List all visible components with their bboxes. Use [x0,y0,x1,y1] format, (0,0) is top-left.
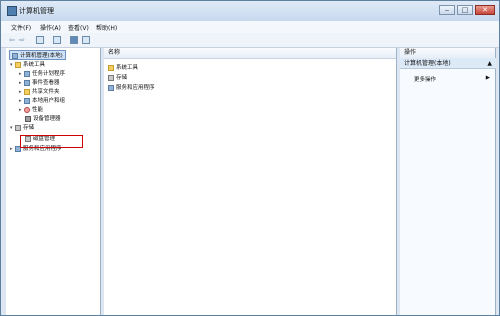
menu-file[interactable]: 文件(F) [11,23,31,32]
properties-icon[interactable] [53,36,61,44]
performance-label: 性能 [32,107,44,113]
window-controls: ‒ □ ✕ [439,5,495,15]
more-actions-label: 更多操作 [414,77,437,83]
tree-root[interactable]: 计算机管理(本地) [9,50,66,60]
actions-section-label: 计算机管理(本地) [404,60,451,67]
tree-root-label: 计算机管理(本地) [20,53,63,59]
view-icon[interactable] [82,36,90,44]
tree-device-manager[interactable]: 设备管理器 [25,114,61,122]
shared-folders-icon [24,88,30,95]
close-button[interactable]: ✕ [475,5,495,15]
menu-view[interactable]: 查看(V) [68,23,89,32]
menu-help[interactable]: 帮助(H) [96,23,117,32]
more-actions-arrow-icon[interactable]: ▶ [486,75,490,81]
system-tools-label: 系统工具 [23,62,46,68]
computer-management-window: 计算机管理 ‒ □ ✕ 文件(F) 操作(A) 查看(V) 帮助(H) ⇦ ⇨ … [0,0,500,316]
list-item-label: 服务和应用程序 [116,85,155,91]
task-scheduler-icon [24,70,30,77]
list-item[interactable]: 存储 [108,73,127,81]
disk-management-highlight [20,135,83,148]
details-pane: 名称 系统工具 存储 服务和应用程序 [104,48,397,315]
actions-section-title[interactable]: 计算机管理(本地) ▲ [400,58,496,69]
tree-local-users-groups[interactable]: ▸ 本地用户和组 [19,96,65,104]
actions-pane: 操作 计算机管理(本地) ▲ 更多操作 ▶ [400,48,496,315]
tree-storage[interactable]: ▾ 存储 [10,123,34,131]
device-manager-icon [25,115,31,122]
title-bar: 计算机管理 ‒ □ ✕ [1,1,499,22]
collapse-up-icon[interactable]: ▲ [487,58,492,69]
local-users-groups-label: 本地用户和组 [32,98,66,104]
maximize-button[interactable]: □ [457,5,473,15]
shared-folders-label: 共享文件夹 [32,89,60,95]
more-actions[interactable]: 更多操作 [414,75,436,83]
tree-shared-folders[interactable]: ▸ 共享文件夹 [19,87,60,95]
tree-performance[interactable]: ▸ 性能 [19,105,43,113]
forward-icon[interactable]: ⇨ [19,36,27,44]
console-tree-pane: 计算机管理(本地) ▾ 系统工具 ▸ 任务计划程序 ▸ 事件查看器 ▸ 共享文件夹 ▸ 本… [6,48,101,315]
list-item-label: 存储 [116,75,128,81]
users-icon [24,97,30,104]
list-item[interactable]: 服务和应用程序 [108,83,155,91]
show-hide-console-tree-icon[interactable] [36,36,44,44]
tree-task-scheduler[interactable]: ▸ 任务计划程序 [19,69,65,77]
back-icon[interactable]: ⇦ [9,36,17,44]
computer-management-icon [7,6,17,16]
device-manager-label: 设备管理器 [33,116,61,122]
system-tools-icon [15,61,21,68]
event-viewer-label: 事件查看器 [32,80,60,86]
storage-icon [108,74,114,81]
toolbar: ⇦ ⇨ [1,33,499,48]
folder-icon [108,64,114,71]
computer-icon [12,52,18,59]
list-item[interactable]: 系统工具 [108,63,138,71]
tree-event-viewer[interactable]: ▸ 事件查看器 [19,78,60,86]
task-scheduler-label: 任务计划程序 [32,71,66,77]
performance-icon [24,106,30,113]
menu-action[interactable]: 操作(A) [40,23,61,32]
storage-icon [15,124,21,131]
minimize-button[interactable]: ‒ [439,5,455,15]
storage-label: 存储 [23,125,35,131]
help-icon[interactable] [70,36,78,44]
window-title: 计算机管理 [19,7,54,15]
list-item-label: 系统工具 [116,65,139,71]
event-viewer-icon [24,79,30,86]
services-icon [108,84,114,91]
tree-system-tools[interactable]: ▾ 系统工具 [10,60,45,68]
name-column-header[interactable]: 名称 [104,48,396,59]
